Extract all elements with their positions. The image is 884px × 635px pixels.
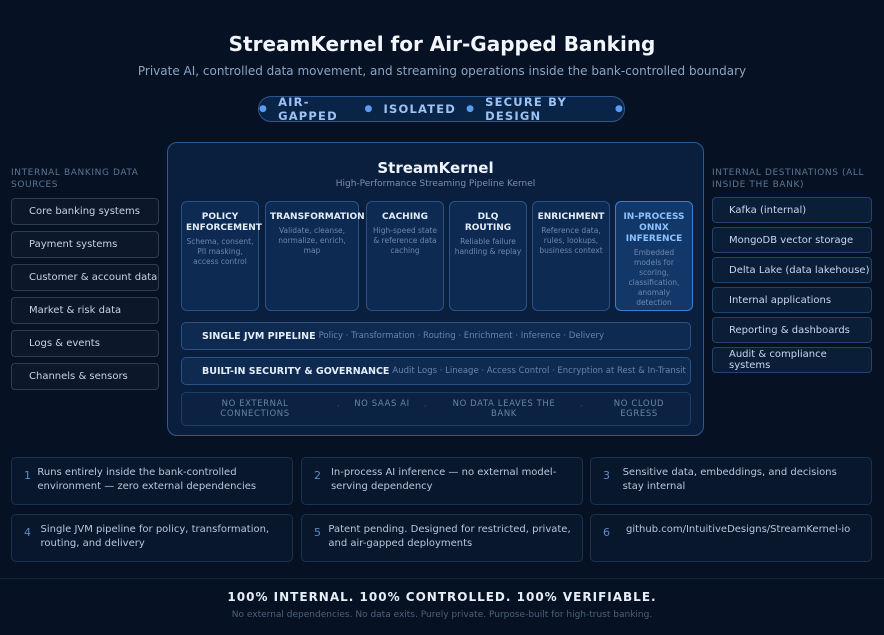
separator-dot: · (337, 402, 340, 411)
pill-item-air-gapped: AIR-GAPPED (278, 95, 338, 123)
card-text: Runs entirely inside the bank-controlled… (37, 467, 257, 492)
separator-dot: · (424, 402, 427, 411)
module-desc: Schema, consent, PII masking, access con… (186, 237, 254, 266)
destination-internal-apps: Internal applications (712, 287, 872, 313)
source-market-risk: Market & risk data (11, 297, 159, 324)
source-core-banking: Core banking systems (11, 198, 159, 225)
module-title: IN-PROCESS ONNX INFERENCE (623, 212, 685, 244)
module-caching: CACHING High-speed state & reference dat… (366, 201, 444, 311)
negative-item: NO SAAS AI (354, 399, 410, 409)
pill-dot-icon: ● (259, 104, 269, 114)
pill-item-isolated: ISOLATED (383, 102, 457, 116)
module-desc: Reliable failure handling & replay (454, 237, 522, 256)
module-title: DLQ ROUTING (464, 212, 512, 233)
pill-dot-icon: ● (614, 104, 624, 114)
module-onnx-inference: IN-PROCESS ONNX INFERENCE Embedded model… (615, 201, 693, 311)
footer-divider (0, 578, 884, 579)
destination-mongodb: MongoDB vector storage (712, 227, 872, 253)
footer-subtitle: No external dependencies. No data exits.… (231, 610, 653, 620)
destination-kafka: Kafka (internal) (712, 197, 872, 223)
feature-card-2: 2 In-process AI inference — no external … (301, 457, 583, 505)
security-pill: ● AIR-GAPPED ● ISOLATED ● SECURE BY DESI… (258, 95, 625, 123)
feature-card-1: 1 Runs entirely inside the bank-controll… (11, 457, 293, 505)
card-text: Sensitive data, embeddings, and decision… (622, 467, 837, 492)
pipeline-desc: Policy · Transformation · Routing · Enri… (318, 331, 605, 341)
card-text: Single JVM pipeline for policy, transfor… (40, 524, 270, 549)
security-title: BUILT-IN SECURITY & GOVERNANCE (202, 365, 390, 377)
card-number: 3 (603, 469, 610, 482)
destination-delta-lake: Delta Lake (data lakehouse) (712, 257, 872, 283)
destination-audit: Audit & compliance systems (712, 347, 872, 373)
source-payment: Payment systems (11, 231, 159, 258)
module-title: TRANSFORMATION (270, 212, 365, 222)
kernel-subtitle: High-Performance Streaming Pipeline Kern… (335, 179, 536, 189)
card-text: In-process AI inference — no external mo… (330, 467, 557, 492)
pill-dot-icon: ● (466, 104, 476, 114)
module-title: ENRICHMENT (537, 212, 605, 222)
module-desc: Reference data, rules, lookups, business… (539, 226, 603, 255)
negative-item: NO CLOUD EGRESS (613, 399, 665, 419)
pipeline-title: SINGLE JVM PIPELINE (202, 330, 316, 342)
security-desc: Audit Logs · Lineage · Access Control · … (392, 366, 686, 376)
module-transformation: TRANSFORMATION Validate, cleanse, normal… (265, 201, 365, 311)
module-desc: Validate, cleanse, normalize, enrich, ma… (278, 226, 346, 255)
feature-card-5: 5 Patent pending. Designed for restricte… (301, 514, 583, 562)
card-text: github.com/IntuitiveDesigns/StreamKernel… (626, 524, 851, 535)
module-enrichment: ENRICHMENT Reference data, rules, lookup… (532, 201, 610, 311)
separator-dot: · (580, 402, 583, 411)
negative-item: NO EXTERNAL CONNECTIONS (220, 399, 290, 419)
pill-dot-icon: ● (364, 104, 374, 114)
card-number: 4 (24, 526, 31, 539)
streamkernel-box: StreamKernel High-Performance Streaming … (167, 142, 704, 436)
card-number: 6 (603, 526, 610, 539)
source-customer: Customer & account data (11, 264, 159, 291)
destinations-heading: INTERNAL DESTINATIONS (ALL INSIDE THE BA… (712, 168, 865, 190)
page-title: StreamKernel for Air-Gapped Banking (228, 32, 656, 56)
module-title: POLICY ENFORCEMENT (186, 212, 262, 233)
card-number: 1 (24, 469, 31, 482)
pill-item-secure: SECURE BY DESIGN (485, 95, 568, 123)
card-number: 5 (314, 526, 321, 539)
module-title: CACHING (382, 212, 428, 222)
feature-card-3: 3 Sensitive data, embeddings, and decisi… (590, 457, 872, 505)
kernel-title: StreamKernel (377, 159, 494, 177)
module-dlq-routing: DLQ ROUTING Reliable failure handling & … (449, 201, 527, 311)
card-text: Patent pending. Designed for restricted,… (328, 524, 571, 549)
page-subtitle: Private AI, controlled data movement, an… (137, 64, 747, 78)
negatives-band: NO EXTERNAL CONNECTIONS · NO SAAS AI · N… (181, 392, 691, 426)
feature-card-4: 4 Single JVM pipeline for policy, transf… (11, 514, 293, 562)
module-desc: Embedded models for scoring, classificat… (628, 248, 680, 307)
destination-reporting: Reporting & dashboards (712, 317, 872, 343)
module-policy: POLICY ENFORCEMENT Schema, consent, PII … (181, 201, 262, 311)
module-desc: High-speed state & reference data cachin… (373, 226, 437, 255)
source-logs: Logs & events (11, 330, 159, 357)
source-channels: Channels & sensors (11, 363, 159, 390)
negative-item: NO DATA LEAVES THE BANK (452, 399, 556, 419)
security-band: BUILT-IN SECURITY & GOVERNANCE Audit Log… (181, 357, 691, 385)
footer-title: 100% INTERNAL. 100% CONTROLLED. 100% VER… (227, 590, 657, 604)
pipeline-band: SINGLE JVM PIPELINE Policy · Transformat… (181, 322, 691, 350)
card-number: 2 (314, 469, 321, 482)
sources-heading: INTERNAL BANKING DATA SOURCES (11, 168, 139, 190)
feature-card-6: 6 github.com/IntuitiveDesigns/StreamKern… (590, 514, 872, 562)
